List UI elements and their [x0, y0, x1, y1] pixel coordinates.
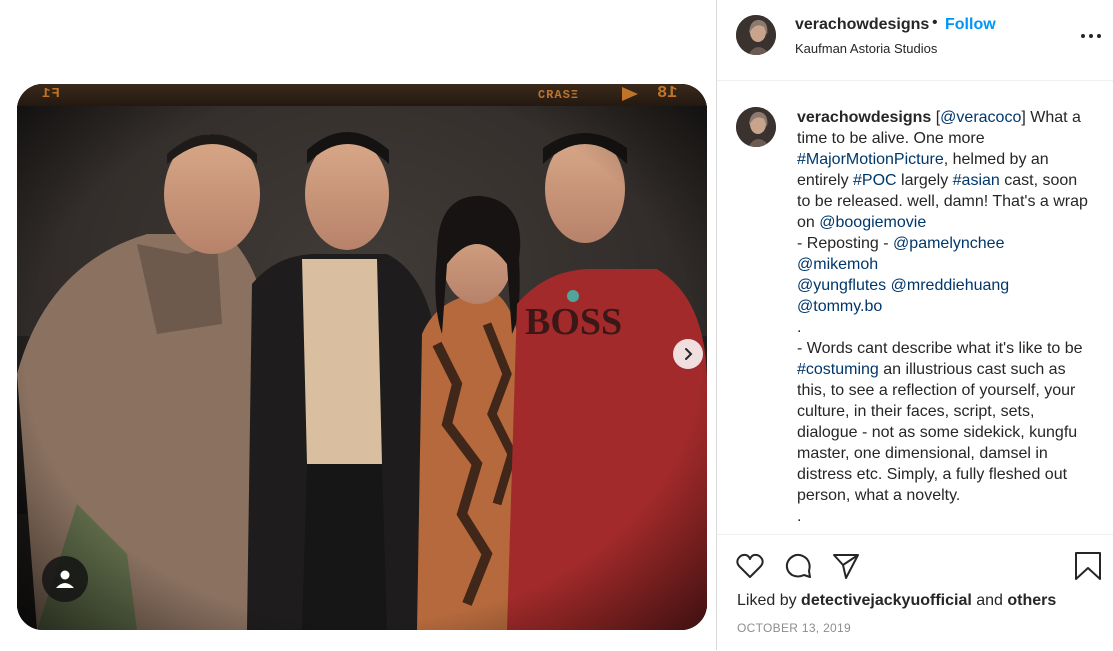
film-edge-code: ΞƧAЯƆ: [537, 88, 579, 102]
post-header: verachowdesigns • Follow Kaufman Astoria…: [717, 0, 1113, 81]
hashtag-link[interactable]: #MajorMotionPicture: [797, 151, 944, 168]
caption-text: - Words cant describe what it's like to …: [797, 340, 1083, 357]
film-edge-text: F1: [41, 86, 60, 102]
film-edge: F1 ΞƧAЯƆ 18: [17, 84, 707, 106]
caption-text: - Reposting -: [797, 235, 894, 252]
caption-text: largely: [896, 172, 953, 189]
film-frame-number: 18: [657, 84, 678, 103]
hashtag-link[interactable]: #POC: [853, 172, 897, 189]
avatar-image: [736, 15, 776, 55]
mention-link[interactable]: @mreddiehuang: [891, 277, 1010, 294]
mention-link[interactable]: @pamelynchee: [893, 235, 1004, 252]
caption-text: an illustrious cast such as this, to see…: [797, 361, 1078, 504]
mention-link[interactable]: @tommy.bo: [797, 298, 882, 315]
share-button[interactable]: [831, 551, 861, 581]
comment-button[interactable]: [783, 551, 813, 581]
user-tag-icon: [56, 570, 74, 588]
mention-link[interactable]: @mikemoh: [797, 256, 878, 273]
likes-prefix: Liked by: [737, 592, 802, 609]
caption-username[interactable]: verachowdesigns: [797, 109, 931, 126]
mention-link[interactable]: @boogiemovie: [819, 214, 926, 231]
likes-summary: Liked by detectivejackyuofficial and oth…: [737, 592, 1056, 610]
caption-avatar[interactable]: [736, 107, 776, 147]
bookmark-icon: [1075, 552, 1101, 580]
author-username[interactable]: verachowdesigns: [795, 16, 929, 34]
post-date[interactable]: OCTOBER 13, 2019: [737, 621, 851, 635]
hashtag-link[interactable]: #asian: [953, 172, 1000, 189]
separator-dot: •: [932, 14, 938, 31]
caption-text: .: [797, 508, 802, 525]
more-options-button[interactable]: [1079, 26, 1103, 46]
post-location[interactable]: Kaufman Astoria Studios: [795, 41, 937, 56]
heart-icon: [736, 553, 764, 578]
more-icon-dot: [1097, 34, 1101, 38]
more-horizontal-icon: [1081, 34, 1085, 38]
follow-button[interactable]: Follow: [945, 16, 996, 34]
liked-by-user-link[interactable]: detectivejackyuofficial: [801, 592, 972, 609]
caption-text: .: [797, 319, 802, 336]
post-sidebar: verachowdesigns • Follow Kaufman Astoria…: [716, 0, 1113, 650]
more-icon-dot: [1089, 34, 1093, 38]
avatar-image: [736, 107, 776, 147]
comment-icon: [785, 553, 811, 578]
likes-conjunction: and: [971, 592, 1008, 609]
tagged-users-button[interactable]: [42, 556, 88, 602]
author-avatar[interactable]: [736, 15, 776, 55]
mention-link[interactable]: @yungflutes: [797, 277, 886, 294]
comments-section: verachowdesigns [@veracoco] What a time …: [717, 81, 1113, 534]
like-button[interactable]: [735, 551, 765, 581]
chevron-right-icon: [685, 348, 693, 360]
post-caption: verachowdesigns [@veracoco] What a time …: [797, 107, 1094, 527]
film-arrow-icon: [622, 87, 638, 101]
caption-text: [: [931, 109, 941, 126]
mention-link[interactable]: @veracoco: [940, 109, 1021, 126]
post-media: BOSS F1 ΞƧAЯƆ 18: [0, 0, 716, 650]
next-photo-button[interactable]: [673, 339, 703, 369]
post-actions: Liked by detectivejackyuofficial and oth…: [717, 534, 1113, 651]
liked-by-others-link[interactable]: others: [1007, 592, 1056, 609]
post-photo[interactable]: BOSS F1 ΞƧAЯƆ 18: [17, 84, 707, 630]
photo-illustration: BOSS: [17, 84, 707, 630]
hashtag-link[interactable]: #costuming: [797, 361, 879, 378]
send-icon: [833, 554, 859, 579]
save-button[interactable]: [1073, 551, 1103, 581]
